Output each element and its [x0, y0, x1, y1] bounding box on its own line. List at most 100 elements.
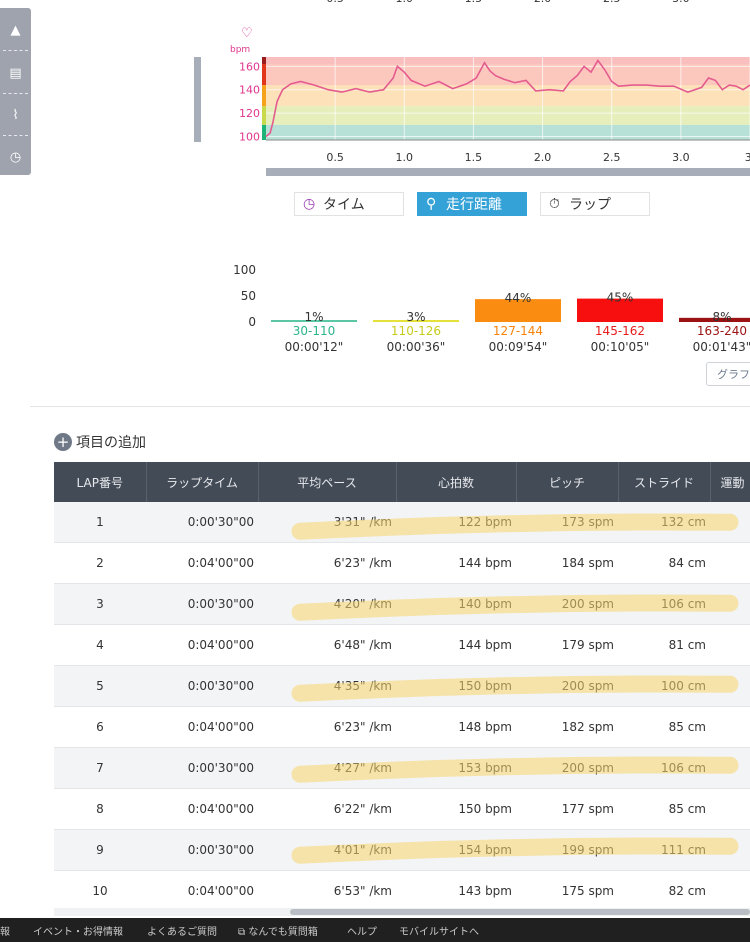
footer-link-questions[interactable]: ⧉ なんでも質問箱	[238, 923, 318, 938]
column-header[interactable]: ストライド	[618, 462, 711, 502]
heart-rate-cell: 140 bpm	[396, 583, 516, 625]
zone-value-label: 3%	[406, 310, 425, 324]
laps-table: LAP番号 ラップタイム 平均ペース 心拍数 ピッチ ストライド 運動 1 0:0…	[54, 462, 750, 912]
table-row: 4 0:04'00"00 6'48" /km 144 bpm 179 spm 81 cm	[54, 624, 750, 666]
tab-time[interactable]: ◷ タイム	[294, 192, 404, 216]
scroll-to-top-icon[interactable]: ▲	[0, 12, 31, 48]
tab-label: 走行距離	[446, 197, 502, 213]
add-item-button[interactable]: + 項目の追加	[54, 432, 146, 452]
table-header-row: LAP番号 ラップタイム 平均ペース 心拍数 ピッチ ストライド 運動	[54, 462, 750, 502]
pace-cell: 6'48" /km	[258, 624, 396, 666]
chart-top-axis-partial: 0.5 1.0 1.5 2.0 2.5 3.0	[326, 0, 689, 5]
pitch-cell: 182 spm	[516, 706, 618, 748]
footer-link-faq[interactable]: よくあるご質問	[147, 923, 217, 938]
empty-cell	[710, 870, 750, 912]
top-axis-tick-label: 3.0	[672, 0, 690, 5]
zone-value-label: 44%	[505, 291, 532, 305]
zone-y-tick-label: 100	[233, 263, 256, 277]
zone-y-tick-label: 0	[248, 315, 256, 329]
tab-label: タイム	[323, 197, 365, 213]
table-horizontal-scrollbar[interactable]	[290, 909, 750, 915]
hr-zone-indicator	[262, 85, 266, 107]
pace-cell: 4'35" /km	[258, 665, 396, 707]
graph-icon[interactable]: ⌇	[0, 97, 31, 133]
heart-rate-cell: 154 bpm	[396, 829, 516, 871]
empty-cell	[710, 829, 750, 871]
pace-cell: 4'01" /km	[258, 829, 396, 871]
zone-duration-label: 00:09'54"	[489, 340, 548, 354]
footer-link-mobile[interactable]: モバイルサイトへ	[399, 923, 479, 938]
lap-number-cell: 7	[54, 747, 146, 789]
pitch-cell: 200 spm	[516, 747, 618, 789]
hr-y-tick-label: 120	[239, 107, 260, 120]
zone-range-label: 110-126	[391, 324, 441, 338]
stride-cell: 85 cm	[618, 706, 710, 748]
stride-cell: 106 cm	[618, 583, 710, 625]
empty-cell	[710, 624, 750, 666]
section-divider	[30, 406, 750, 407]
hr-x-tick-label: 2.0	[534, 151, 552, 164]
lap-number-cell: 4	[54, 624, 146, 666]
chart-horizontal-scrollbar[interactable]	[266, 168, 750, 176]
table-row: 7 0:00'30"00 4'27" /km 153 bpm 200 spm 106 cm	[54, 747, 750, 789]
column-header[interactable]: ラップタイム	[146, 462, 259, 502]
pace-cell: 4'27" /km	[258, 747, 396, 789]
lap-number-cell: 8	[54, 788, 146, 830]
column-header[interactable]: 平均ペース	[258, 462, 397, 502]
column-header[interactable]: 心拍数	[396, 462, 517, 502]
hr-x-tick-label: 3.	[745, 151, 750, 164]
table-row: 3 0:00'30"00 4'20" /km 140 bpm 200 spm 106 cm	[54, 583, 750, 625]
stopwatch-icon[interactable]: ◷	[0, 139, 31, 175]
hr-y-tick-label: 160	[239, 60, 260, 73]
empty-cell	[710, 788, 750, 830]
table-row: 8 0:04'00"00 6'22" /km 150 bpm 177 spm 85 cm	[54, 788, 750, 830]
hr-zone-indicator	[262, 57, 266, 65]
external-link-icon: ⧉	[238, 926, 249, 938]
stride-cell: 84 cm	[618, 542, 710, 584]
stride-cell: 85 cm	[618, 788, 710, 830]
tab-distance[interactable]: ⚲ 走行距離	[417, 192, 527, 216]
plus-icon: +	[54, 433, 72, 451]
stride-cell: 82 cm	[618, 870, 710, 912]
lap-number-cell: 2	[54, 542, 146, 584]
footer-link-events[interactable]: イベント・お得情報	[33, 923, 123, 938]
lap-time-cell: 0:04'00"00	[146, 788, 258, 830]
zone-range-label: 163-240	[697, 324, 747, 338]
empty-cell	[710, 747, 750, 789]
footer-link[interactable]: 報	[0, 923, 10, 938]
hr-y-axis: 100 120 140 160	[239, 60, 260, 143]
toolbar-divider	[3, 135, 28, 136]
hr-y-tick-label: 140	[239, 84, 260, 97]
stride-cell: 100 cm	[618, 665, 710, 707]
lap-time-cell: 0:04'00"00	[146, 870, 258, 912]
zone-y-tick-label: 50	[241, 289, 256, 303]
table-row: 10 0:04'00"00 6'53" /km 143 bpm 175 spm 82 cm	[54, 870, 750, 912]
hr-zone-chart: 0 50 100 1%30-110 00:00'12" 3%110-126 00:00'3…	[233, 263, 750, 354]
column-header[interactable]: 運動	[710, 462, 750, 502]
footer-link-help[interactable]: ヘルプ	[347, 923, 377, 938]
heart-rate-cell: 122 bpm	[396, 502, 516, 543]
pace-cell: 6'23" /km	[258, 706, 396, 748]
toolbar-divider	[3, 93, 28, 94]
heart-rate-chart: 0.5 1.0 1.5 2.0 2.5 3.0 ♡ bpm 100 120 140 160 0.…	[230, 0, 750, 176]
route-icon: ⚲	[426, 196, 437, 212]
top-axis-tick-label: 2.5	[603, 0, 621, 5]
chart-vertical-scrollbar[interactable]	[194, 57, 201, 142]
document-icon[interactable]: ▤	[0, 55, 31, 91]
table-row: 1 0:00'30"00 3'31" /km 122 bpm 173 spm 132 cm	[54, 502, 750, 543]
pitch-cell: 173 spm	[516, 502, 618, 543]
lap-time-cell: 0:00'30"00	[146, 665, 258, 707]
empty-cell	[710, 665, 750, 707]
lap-number-cell: 6	[54, 706, 146, 748]
hr-y-tick-label: 100	[239, 130, 260, 143]
lap-time-cell: 0:00'30"00	[146, 829, 258, 871]
graph-button[interactable]: グラフ	[706, 362, 750, 386]
table-row: 6 0:04'00"00 6'23" /km 148 bpm 182 spm 85 cm	[54, 706, 750, 748]
table-row: 9 0:00'30"00 4'01" /km 154 bpm 199 spm 111 cm	[54, 829, 750, 871]
column-header[interactable]: LAP番号	[54, 462, 147, 502]
stride-cell: 132 cm	[618, 502, 710, 543]
column-header[interactable]: ピッチ	[516, 462, 619, 502]
pace-cell: 4'20" /km	[258, 583, 396, 625]
lap-time-cell: 0:04'00"00	[146, 624, 258, 666]
tab-lap[interactable]: ⏱ ラップ	[540, 192, 650, 216]
